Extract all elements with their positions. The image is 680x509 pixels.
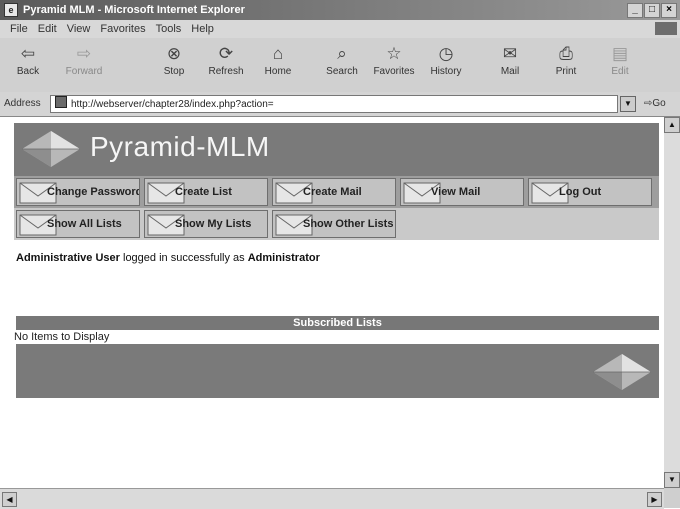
create-list-label: Create List [175,186,232,198]
back-label: Back [16,66,40,77]
status-account: Administrator [247,252,320,264]
change-password-label: Change Password [47,186,140,198]
address-url: http://webserver/chapter28/index.php?act… [71,99,274,110]
page-footer [16,344,659,398]
menu-edit[interactable]: Edit [38,23,57,35]
home-button[interactable]: ⌂ Home [256,42,300,77]
back-arrow-icon: ⇦ [20,44,36,63]
show-my-lists-label: Show My Lists [175,218,252,230]
change-password-button[interactable]: Change Password [16,178,140,206]
edit-button[interactable]: ▤ Edit [598,42,642,77]
minimize-button[interactable]: _ [627,2,643,18]
ie-app-icon: e [4,3,18,17]
horizontal-scrollbar[interactable]: ◀ ▶ [0,488,664,509]
stop-label: Stop [163,66,185,77]
refresh-button[interactable]: ⟳ Refresh [204,42,248,77]
page-icon [55,96,67,108]
forward-arrow-icon: ⇨ [76,44,92,63]
scroll-left-icon[interactable]: ◀ [2,492,17,507]
log-out-button[interactable]: Log Out [528,178,652,206]
edit-page-icon: ▤ [611,44,629,63]
show-all-lists-label: Show All Lists [47,218,122,230]
favorites-icon: ☆ [386,44,402,63]
menu-bar: File Edit View Favorites Tools Help [0,20,680,39]
subscribed-lists-header: Subscribed Lists [16,316,659,330]
menu-help[interactable]: Help [191,23,214,35]
search-button[interactable]: ⌕ Search [320,42,364,77]
mail-button[interactable]: ✉ Mail [488,42,532,77]
log-out-label: Log Out [559,186,602,198]
back-button[interactable]: ⇦ Back [6,42,50,77]
forward-button[interactable]: ⇨ Forward [62,42,106,77]
address-input[interactable]: http://webserver/chapter28/index.php?act… [50,95,618,113]
favorites-button[interactable]: ☆ Favorites [372,42,416,77]
status-middle: logged in successfully as [119,252,248,264]
address-dropdown-icon[interactable]: ▼ [620,96,636,112]
nav-row-secondary: Show All Lists Show My Lists Show Other … [14,208,659,240]
empty-list-message: No Items to Display [14,331,110,343]
stop-icon: ⊗ [166,44,182,63]
refresh-label: Refresh [208,66,244,77]
address-label: Address [4,98,41,109]
show-my-lists-button[interactable]: Show My Lists [144,210,268,238]
go-label: Go [652,98,666,109]
menu-favorites[interactable]: Favorites [100,23,145,35]
home-icon: ⌂ [272,44,284,63]
menu-tools[interactable]: Tools [156,23,182,35]
print-label: Print [555,66,577,77]
address-bar: Address http://webserver/chapter28/index… [0,92,680,117]
site-title: Pyramid-MLM [90,131,270,162]
nav-row-primary: Change Password Create List Create Mail … [14,176,659,208]
create-mail-button[interactable]: Create Mail [272,178,396,206]
print-button[interactable]: ⎙ Print [544,42,588,77]
window-title: Pyramid MLM - Microsoft Internet Explore… [23,4,245,16]
mail-label: Mail [500,66,520,77]
history-label: History [430,66,462,77]
scrollbar-corner [664,488,680,508]
site-banner: Pyramid-MLM [14,123,659,176]
page-viewport: Pyramid-MLM Change Password Create List … [0,117,664,488]
scroll-up-icon[interactable]: ▲ [664,117,680,133]
scroll-down-icon[interactable]: ▼ [664,472,680,488]
home-label: Home [264,66,292,77]
history-button[interactable]: ◷ History [424,42,468,77]
show-all-lists-button[interactable]: Show All Lists [16,210,140,238]
create-list-button[interactable]: Create List [144,178,268,206]
pyramid-logo-icon [22,131,80,167]
mail-icon: ✉ [502,44,518,63]
show-other-lists-label: Show Other Lists [303,218,394,230]
maximize-button[interactable]: □ [644,2,660,18]
search-label: Search [326,66,358,77]
status-user: Administrative User [16,252,120,264]
pyramid-logo-icon [593,354,651,390]
close-button[interactable]: × [661,2,677,18]
scroll-right-icon[interactable]: ▶ [647,492,662,507]
forward-label: Forward [65,66,103,77]
login-status: Administrative User logged in successful… [16,252,320,264]
windows-logo-icon [655,22,677,35]
printer-icon: ⎙ [559,44,573,63]
view-mail-button[interactable]: View Mail [400,178,524,206]
stop-button[interactable]: ⊗ Stop [152,42,196,77]
view-mail-label: View Mail [431,186,481,198]
search-icon: ⌕ [337,44,347,63]
refresh-icon: ⟳ [218,44,234,63]
standard-toolbar: ⇦ Back ⇨ Forward ⊗ Stop ⟳ Refresh ⌂ Home… [0,38,680,93]
vertical-scrollbar[interactable]: ▲ ▼ [664,117,680,488]
history-icon: ◷ [438,44,454,63]
go-button[interactable]: ⇨Go [644,98,666,109]
menu-view[interactable]: View [67,23,91,35]
favorites-label: Favorites [373,66,415,77]
menu-file[interactable]: File [10,23,28,35]
edit-label: Edit [611,66,629,77]
create-mail-label: Create Mail [303,186,362,198]
show-other-lists-button[interactable]: Show Other Lists [272,210,396,238]
title-bar: e Pyramid MLM - Microsoft Internet Explo… [0,0,680,20]
